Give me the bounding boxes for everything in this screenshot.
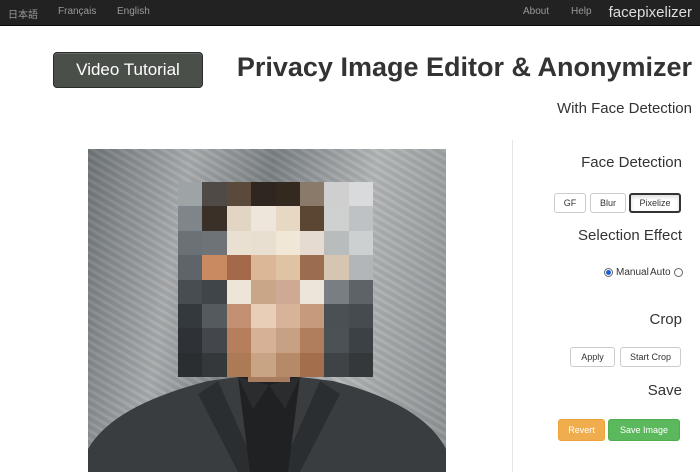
pixel-block	[275, 279, 300, 304]
page-subtitle: With Face Detection	[556, 100, 692, 117]
gf-button[interactable]: GF	[554, 193, 586, 213]
pixelized-face	[178, 182, 373, 377]
selection-effect-heading: Selection Effect	[578, 227, 682, 244]
pixel-block	[178, 230, 203, 256]
face-detection-heading: Face Detection	[581, 154, 682, 171]
pixel-block	[348, 303, 373, 329]
pixel-block	[226, 303, 252, 329]
pixel-block	[251, 255, 276, 280]
pixel-block	[348, 230, 373, 256]
pixel-block	[275, 206, 300, 231]
pixel-block	[202, 230, 227, 256]
start-crop-button[interactable]: Start Crop	[620, 347, 681, 367]
pixel-block	[202, 352, 227, 377]
pixel-block	[324, 255, 349, 280]
pixel-block	[226, 255, 252, 280]
pixel-block	[299, 303, 325, 329]
pixel-block	[178, 255, 203, 280]
manual-radio-option[interactable]: Manual	[604, 267, 649, 278]
lang-japanese-link[interactable]: 日本語	[8, 6, 38, 21]
pixel-block	[348, 206, 373, 231]
pixel-block	[324, 182, 349, 207]
pixel-block	[178, 206, 203, 231]
manual-radio[interactable]	[604, 268, 613, 277]
pixel-block	[251, 279, 276, 304]
pixel-block	[299, 352, 325, 377]
pixel-block	[348, 182, 373, 207]
save-heading: Save	[647, 382, 682, 399]
page-title: Privacy Image Editor & Anonymizer	[236, 52, 692, 82]
nav-about-link[interactable]: About	[523, 6, 549, 17]
image-canvas[interactable]	[88, 149, 446, 472]
pixel-block	[348, 352, 373, 377]
auto-radio[interactable]	[673, 268, 683, 277]
pixel-block	[251, 303, 276, 329]
brand-logo[interactable]: facepixelizer	[609, 4, 692, 21]
pixel-block	[226, 206, 252, 231]
pixel-block	[299, 206, 325, 231]
pixel-block	[226, 182, 252, 207]
pixel-block	[178, 303, 203, 329]
pixel-block	[348, 328, 373, 353]
lang-french-link[interactable]: Français	[58, 6, 96, 17]
pixel-block	[226, 328, 252, 353]
nav-help-link[interactable]: Help	[571, 6, 592, 17]
pixel-block	[275, 255, 300, 280]
pixel-block	[251, 352, 276, 377]
pixel-block	[226, 352, 252, 377]
pixel-block	[324, 303, 349, 329]
pixel-block	[324, 206, 349, 231]
pixel-block	[299, 279, 325, 304]
pixel-block	[226, 230, 252, 256]
pixel-block	[251, 206, 276, 231]
pixel-block	[348, 255, 373, 280]
pixel-block	[178, 328, 203, 353]
video-tutorial-button[interactable]: Video Tutorial	[53, 52, 203, 88]
pixel-block	[299, 230, 325, 256]
pixel-block	[324, 230, 349, 256]
crop-heading: Crop	[649, 311, 682, 328]
pixel-block	[251, 230, 276, 256]
pixel-block	[275, 352, 300, 377]
save-image-button[interactable]: Save Image	[608, 419, 680, 441]
pixel-block	[202, 255, 227, 280]
pixel-block	[226, 279, 252, 304]
pixel-block	[178, 279, 203, 304]
pixel-block	[324, 328, 349, 353]
top-navbar: 日本語 Français English About Help facepixe…	[0, 0, 700, 26]
auto-radio-option[interactable]: Auto	[650, 267, 683, 278]
pixel-block	[251, 182, 276, 207]
pixel-block	[178, 352, 203, 377]
blur-button[interactable]: Blur	[590, 193, 626, 213]
lang-english-link[interactable]: English	[117, 6, 150, 17]
pixel-block	[202, 206, 227, 231]
pixel-block	[299, 328, 325, 353]
pixel-block	[202, 182, 227, 207]
pixel-block	[178, 182, 203, 207]
manual-radio-label: Manual	[616, 267, 649, 278]
pixel-block	[324, 279, 349, 304]
pixel-block	[299, 255, 325, 280]
pixel-block	[348, 279, 373, 304]
apply-crop-button[interactable]: Apply	[570, 347, 615, 367]
pixel-block	[202, 328, 227, 353]
auto-radio-label: Auto	[650, 267, 671, 278]
pixel-block	[299, 182, 325, 207]
pixel-block	[202, 279, 227, 304]
revert-button[interactable]: Revert	[558, 419, 605, 441]
pixelize-button[interactable]: Pixelize	[629, 193, 681, 213]
pixel-block	[251, 328, 276, 353]
pixel-block	[275, 182, 300, 207]
pixel-block	[275, 303, 300, 329]
pixel-block	[324, 352, 349, 377]
pixel-block	[202, 303, 227, 329]
pixel-block	[275, 328, 300, 353]
pixel-block	[275, 230, 300, 256]
